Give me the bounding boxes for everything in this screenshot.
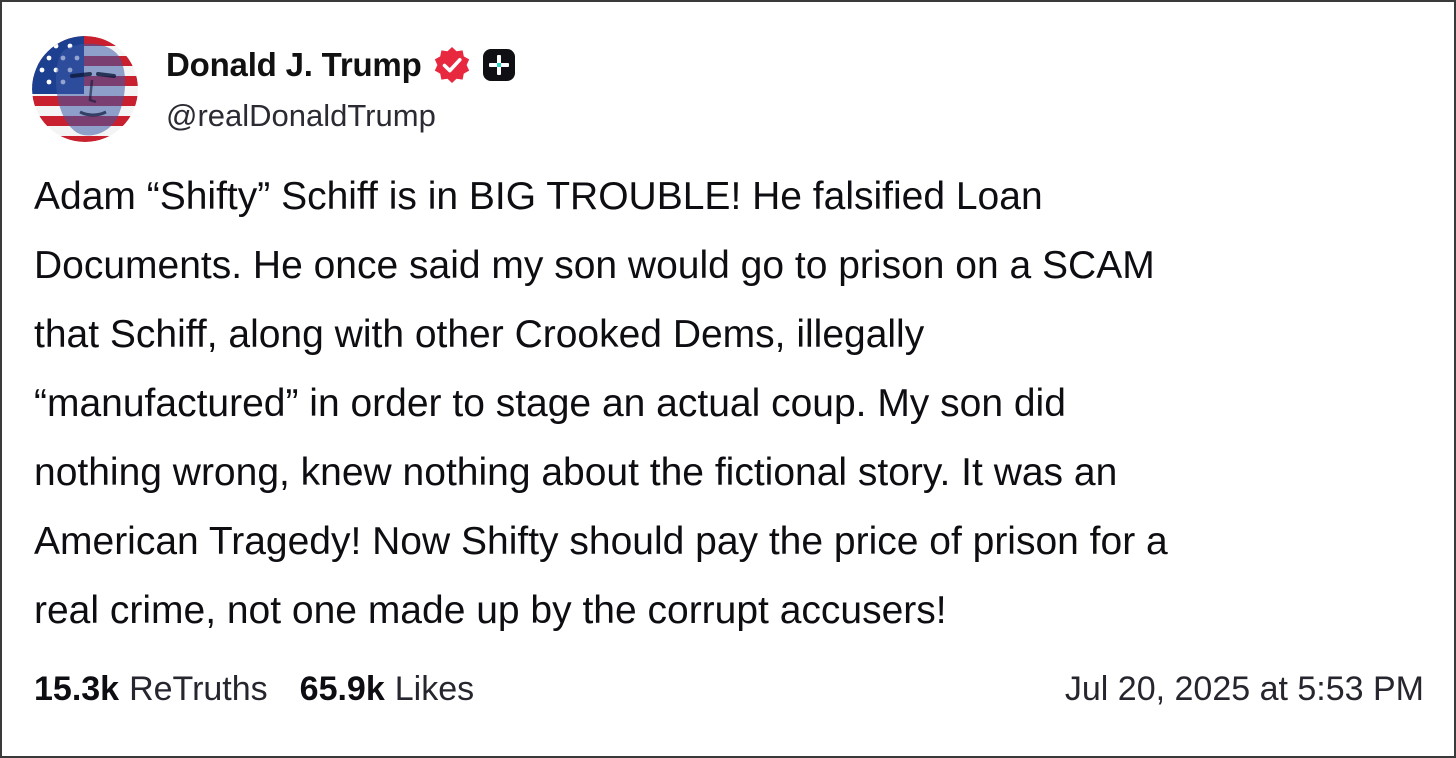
likes-label: Likes bbox=[394, 670, 475, 708]
retruths-stat[interactable]: 15.3k ReTruths bbox=[34, 670, 268, 709]
retruths-count: 15.3k bbox=[34, 670, 120, 708]
post-card: Donald J. Trump @realDonaldTrump Adam “S… bbox=[0, 0, 1456, 758]
post-text-line: nothing wrong, knew nothing about the fi… bbox=[34, 451, 1118, 494]
avatar-image bbox=[32, 36, 138, 142]
author-row: Donald J. Trump bbox=[166, 42, 516, 88]
avatar[interactable] bbox=[32, 36, 138, 142]
post-text-line: Adam “Shifty” Schiff is in BIG TROUBLE! … bbox=[34, 175, 1043, 218]
author-display-name[interactable]: Donald J. Trump bbox=[166, 46, 422, 84]
verified-badge-icon bbox=[432, 45, 472, 85]
post-text-line: that Schiff, along with other Crooked De… bbox=[34, 313, 925, 356]
post-text-line: American Tragedy! Now Shifty should pay … bbox=[34, 520, 1168, 563]
engagement-stats: 15.3k ReTruths 65.9k Likes bbox=[34, 670, 474, 709]
post-text-line: “manufactured” in order to stage an actu… bbox=[34, 382, 1066, 425]
plus-badge-icon bbox=[482, 48, 516, 82]
likes-count: 65.9k bbox=[299, 670, 385, 708]
post-timestamp[interactable]: Jul 20, 2025 at 5:53 PM bbox=[1065, 670, 1424, 709]
post-text-line: Documents. He once said my son would go … bbox=[34, 244, 1155, 287]
retruths-label: ReTruths bbox=[129, 670, 268, 708]
author-handle[interactable]: @realDonaldTrump bbox=[166, 98, 436, 134]
post-text-line: real crime, not one made up by the corru… bbox=[34, 589, 947, 632]
post-text: Adam “Shifty” Schiff is in BIG TROUBLE! … bbox=[34, 162, 1430, 645]
likes-stat[interactable]: 65.9k Likes bbox=[300, 670, 474, 709]
